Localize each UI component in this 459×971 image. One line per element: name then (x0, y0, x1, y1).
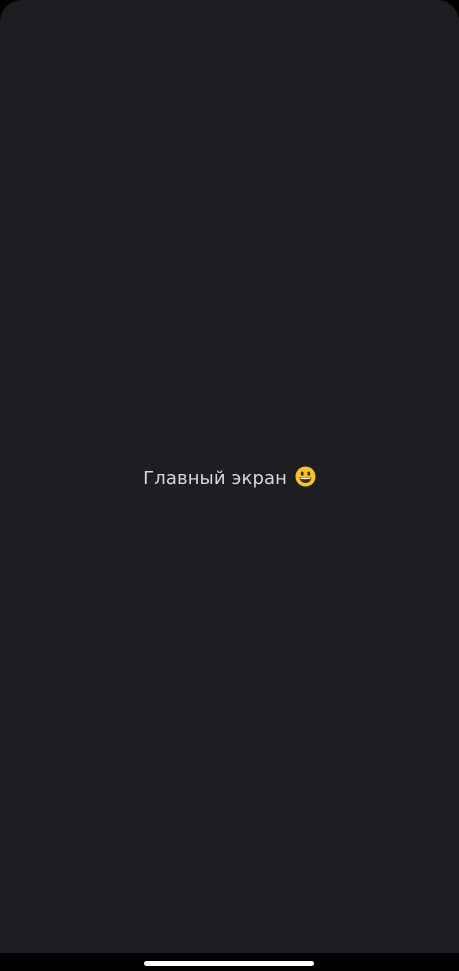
home-indicator[interactable] (144, 961, 314, 966)
grinning-face-icon (295, 466, 316, 487)
main-screen-title: Главный экран (143, 468, 287, 489)
device-frame: Главный экран (0, 0, 459, 971)
main-screen: Главный экран (0, 0, 459, 953)
system-navigation-bar (0, 953, 459, 971)
main-screen-label: Главный экран (0, 466, 459, 492)
